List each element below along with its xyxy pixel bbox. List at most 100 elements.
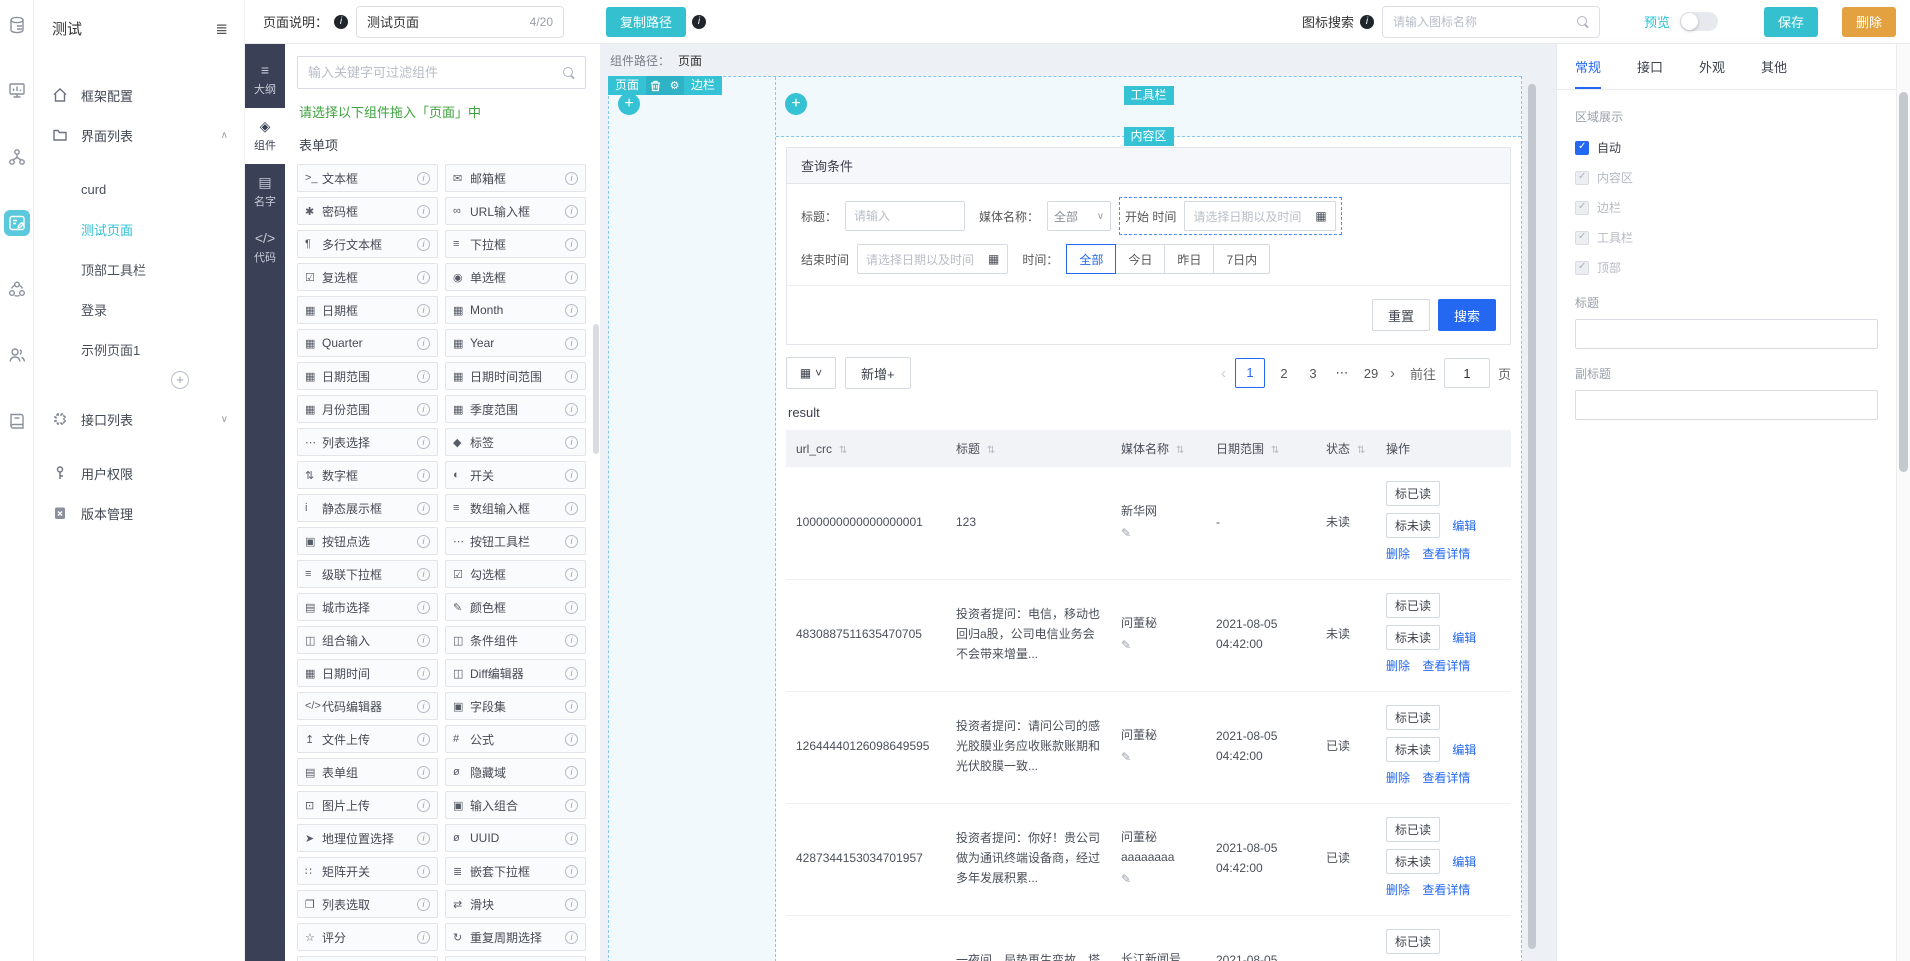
info-icon[interactable]: i xyxy=(692,15,706,29)
region-checkbox-row[interactable]: 工具栏 xyxy=(1575,229,1878,246)
component-item[interactable]: ◐ 开关 i xyxy=(445,461,586,489)
hierarchy-icon[interactable] xyxy=(4,144,30,170)
delete-link[interactable]: 删除 xyxy=(1386,659,1410,673)
sidebar-page-item[interactable]: 示例页面1 xyxy=(34,329,244,369)
editor-tab[interactable]: ▤ 名字 xyxy=(245,164,285,220)
page-region-tag[interactable]: 页面 xyxy=(608,76,646,95)
mark-read-button[interactable]: 标已读 xyxy=(1386,929,1440,954)
component-item[interactable]: ▣ 字段集 i xyxy=(445,692,586,720)
info-icon[interactable]: i xyxy=(417,502,430,515)
info-icon[interactable]: i xyxy=(417,403,430,416)
info-icon[interactable]: i xyxy=(565,370,578,383)
sidebar-item-user-permission[interactable]: 用户权限 xyxy=(34,453,244,493)
toolbar-region[interactable]: + 工具栏 内容区 xyxy=(776,77,1521,137)
info-icon[interactable]: i xyxy=(565,634,578,647)
time-range-option[interactable]: 7日内 xyxy=(1214,244,1270,274)
component-item[interactable]: ✉ 邮箱框 i xyxy=(445,164,586,192)
page-name-input[interactable] xyxy=(367,14,530,29)
delete-link[interactable]: 删除 xyxy=(1386,547,1410,561)
component-item[interactable]: # 公式 i xyxy=(445,725,586,753)
title-field-input[interactable] xyxy=(845,201,965,231)
sidebar-item-framework[interactable]: 框架配置 xyxy=(34,75,244,115)
mark-read-button[interactable]: 标已读 xyxy=(1386,593,1440,618)
sidebar-page-item[interactable]: curd xyxy=(34,169,244,209)
copy-path-button[interactable]: 复制路径 xyxy=(606,7,686,37)
info-icon[interactable]: i xyxy=(1360,15,1374,29)
component-item[interactable]: ¶ 多行文本框 i xyxy=(297,230,438,258)
info-icon[interactable]: i xyxy=(565,205,578,218)
component-item[interactable]: ◉ 单选框 i xyxy=(445,263,586,291)
page-number[interactable]: 29 xyxy=(1361,366,1381,381)
aside-region[interactable]: + xyxy=(609,77,776,961)
component-item[interactable]: ⇅ 数字框 i xyxy=(297,461,438,489)
delete-button[interactable]: 删除 xyxy=(1842,7,1896,37)
save-button[interactable]: 保存 xyxy=(1764,7,1818,37)
component-item[interactable]: ☑ 勾选框 i xyxy=(445,560,586,588)
info-icon[interactable]: i xyxy=(417,271,430,284)
column-header[interactable]: 标题⇅ xyxy=(946,430,1111,467)
time-range-option[interactable]: 今日 xyxy=(1116,244,1165,274)
page-scrollbar[interactable] xyxy=(1896,44,1910,961)
inline-edit-icon[interactable]: ✎ xyxy=(1121,524,1196,544)
detail-link[interactable]: 查看详情 xyxy=(1422,659,1470,673)
info-icon[interactable]: i xyxy=(565,535,578,548)
page-number[interactable]: ⋯ xyxy=(1332,365,1352,381)
media-select[interactable]: 全部 ∨ xyxy=(1047,201,1111,231)
component-item[interactable]: ⊡ 图片上传 i xyxy=(297,791,438,819)
users-icon[interactable] xyxy=(4,342,30,368)
edit-link[interactable]: 编辑 xyxy=(1452,519,1476,533)
info-icon[interactable]: i xyxy=(417,535,430,548)
component-item[interactable]: ▦ 日期范围 i xyxy=(297,362,438,390)
component-item[interactable]: ▤ 城市选择 i xyxy=(297,593,438,621)
search-button[interactable]: 搜索 xyxy=(1438,299,1496,331)
component-item[interactable]: ◫ 组合输入 i xyxy=(297,626,438,654)
inline-edit-icon[interactable]: ✎ xyxy=(1121,748,1196,768)
toolbar-region-tag[interactable]: 工具栏 xyxy=(1123,86,1173,105)
mark-unread-button[interactable]: 标未读 xyxy=(1386,849,1440,874)
info-icon[interactable]: i xyxy=(565,238,578,251)
sidebar-item-api-list[interactable]: 接口列表 ∨ xyxy=(34,399,244,439)
page-editor-icon[interactable] xyxy=(4,210,30,236)
component-item[interactable]: ▦ 日期时间范围 i xyxy=(445,362,586,390)
component-item[interactable]: ➤ 地理位置选择 i xyxy=(297,824,438,852)
info-icon[interactable]: i xyxy=(565,799,578,812)
component-item[interactable]: ≡ 级联下拉框 i xyxy=(297,560,438,588)
sidebar-item-page-list[interactable]: 界面列表 ∧ xyxy=(34,115,244,155)
info-icon[interactable]: i xyxy=(417,337,430,350)
info-icon[interactable]: i xyxy=(565,931,578,944)
info-icon[interactable]: i xyxy=(565,832,578,845)
component-item[interactable]: ▦ Month i xyxy=(445,296,586,324)
settings-gear-icon[interactable]: ⚙ xyxy=(665,76,684,95)
sidebar-page-item[interactable]: 顶部工具栏 xyxy=(34,249,244,289)
info-icon[interactable]: i xyxy=(565,436,578,449)
edit-link[interactable]: 编辑 xyxy=(1452,855,1476,869)
inspector-tab[interactable]: 常规 xyxy=(1575,44,1601,89)
component-item[interactable]: ▦ 月份范围 i xyxy=(297,395,438,423)
component-item[interactable]: >_ 文本框 i xyxy=(297,164,438,192)
inspector-tab[interactable]: 接口 xyxy=(1637,44,1663,89)
info-icon[interactable]: i xyxy=(417,865,430,878)
column-header[interactable]: 媒体名称⇅ xyxy=(1111,430,1206,467)
info-icon[interactable]: i xyxy=(417,634,430,647)
reset-button[interactable]: 重置 xyxy=(1372,299,1430,331)
info-icon[interactable]: i xyxy=(417,304,430,317)
info-icon[interactable]: i xyxy=(565,172,578,185)
mark-unread-button[interactable]: 标未读 xyxy=(1386,737,1440,762)
icon-search-input[interactable] xyxy=(1393,15,1577,29)
database-icon[interactable] xyxy=(4,12,30,38)
component-item[interactable]: ❐ 列表选取 i xyxy=(297,890,438,918)
component-item[interactable]: ø UUID i xyxy=(445,824,586,852)
subtitle-input[interactable] xyxy=(1575,390,1878,420)
breadcrumb-value[interactable]: 页面 xyxy=(678,52,702,69)
component-item[interactable]: ≡ 下拉框 i xyxy=(445,230,586,258)
editor-tab[interactable]: ≡ 大纲 xyxy=(245,52,285,108)
preview-toggle[interactable] xyxy=(1680,12,1718,31)
component-item[interactable]: ▦ 日期时间 i xyxy=(297,659,438,687)
page-number[interactable]: 3 xyxy=(1303,366,1323,381)
info-icon[interactable]: i xyxy=(417,436,430,449)
add-component-button[interactable]: + xyxy=(618,93,640,115)
component-item[interactable]: ▣ 输入组合 i xyxy=(445,791,586,819)
component-item[interactable]: ⋯ 按钮工具栏 i xyxy=(445,527,586,555)
region-checkbox-row[interactable]: 内容区 xyxy=(1575,169,1878,186)
component-item[interactable]: ↥ 文件上传 i xyxy=(297,725,438,753)
